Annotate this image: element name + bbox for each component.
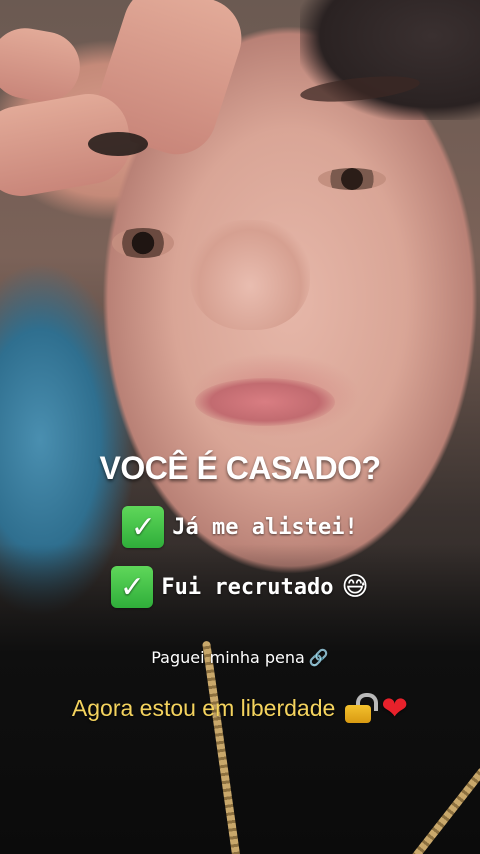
freedom-line: Agora estou em liberdade ❤ [0, 692, 480, 724]
checklist-text: Fui recrutado [161, 574, 334, 600]
hair [300, 0, 480, 120]
sweat-smile-emoji-icon: 😅 [341, 572, 369, 602]
check-box-icon: ✓ [122, 506, 165, 548]
nose [190, 220, 310, 330]
eye-right [318, 168, 386, 190]
red-heart-icon: ❤ [381, 689, 409, 727]
eyelashes [88, 132, 148, 156]
checklist-item: ✓ Fui recrutado 😅 [0, 566, 480, 608]
unlocked-lock-icon [345, 693, 379, 723]
checklist-text: Já me alistei! [172, 514, 358, 540]
headline-text: VOCÊ É CASADO? [99, 450, 381, 486]
mouth [195, 378, 335, 426]
check-box-icon: ✓ [111, 566, 154, 608]
note-line: Paguei minha pena 🔗 [0, 648, 480, 667]
story-frame: VOCÊ É CASADO? ✓ Já me alistei! ✓ Fui re… [0, 0, 480, 854]
freedom-text: Agora estou em liberdade [71, 694, 336, 721]
note-text: Paguei minha pena [151, 648, 305, 667]
checklist-item: ✓ Já me alistei! [0, 506, 480, 548]
eye-left [112, 228, 174, 258]
link-icon: 🔗 [308, 648, 329, 667]
